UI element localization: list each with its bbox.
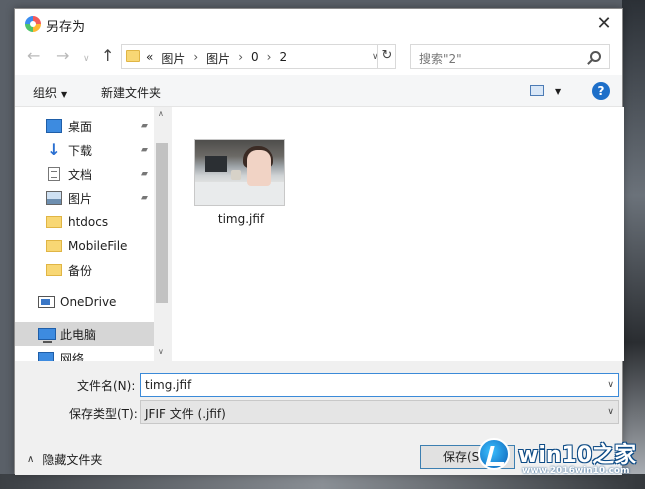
search-placeholder: 搜索"2" [419,52,462,66]
pin-icon[interactable]: ▰ [141,145,148,155]
navigation-pane: 桌面 ▰ ↓ 下载 ▰ 文档 ▰ 图片 ▰ htdocs MobileFile [15,107,170,361]
watermark-logo-icon [478,438,510,470]
scroll-up-icon[interactable]: ∧ [158,109,164,118]
file-name: timg.jfif [217,212,265,226]
sidebar-item-htdocs[interactable]: htdocs [15,210,154,234]
save-as-dialog: 另存为 ✕ ← → ∨ ↑ « 图片 › 图片 › 0 › 2 ∨ ↻ 搜索"2… [14,8,624,475]
search-input[interactable]: 搜索"2" [410,44,610,69]
computer-icon [38,328,56,343]
document-icon [48,167,60,181]
chevron-down-icon[interactable]: ∨ [607,407,614,417]
sidebar-item-label: 文档 [68,167,93,182]
network-icon [38,352,54,361]
folder-icon [46,240,62,252]
filetype-select[interactable]: JFIF 文件 (.jfif) ∨ [140,400,619,424]
image-thumbnail [194,139,285,206]
breadcrumb-item[interactable]: 图片 [206,50,230,67]
app-logo-icon [25,16,41,32]
help-icon[interactable]: ? [592,82,610,100]
onedrive-icon [38,296,55,308]
view-dropdown-button[interactable]: ▼ [555,87,561,96]
breadcrumb-item[interactable]: 0 [251,50,259,67]
pin-icon[interactable]: ▰ [141,121,148,131]
breadcrumb-separator[interactable]: › [238,50,243,67]
file-list: timg.jfif [172,107,624,361]
background-photo-right [622,0,645,489]
sidebar-item-label: 备份 [68,263,93,278]
pictures-icon [46,191,62,205]
sidebar-scrollbar[interactable]: ∧ ∨ [154,107,170,361]
recent-locations-button[interactable]: ∨ [83,50,90,68]
sidebar-item-label: 此电脑 [60,327,97,342]
folder-icon [46,264,62,276]
organize-label: 组织 [33,86,58,100]
thumbnail-monitor [205,156,227,172]
back-button[interactable]: ← [27,47,40,65]
sidebar-item-onedrive[interactable]: OneDrive [15,290,154,314]
sidebar-item-this-pc[interactable]: 此电脑 [15,322,154,346]
thumbnail-cup [231,170,241,180]
organize-button[interactable]: 组织 ▼ [33,84,67,101]
scrollbar-thumb[interactable] [156,143,168,303]
filetype-label: 保存类型(T): [69,407,138,421]
sidebar-item-mobilefile[interactable]: MobileFile [15,234,154,258]
sidebar-item-documents[interactable]: 文档 ▰ [15,162,154,186]
download-icon: ↓ [47,140,61,159]
breadcrumb-item[interactable]: 2 [279,50,287,67]
scroll-down-icon[interactable]: ∨ [158,347,164,356]
breadcrumb-separator[interactable]: › [267,50,272,67]
watermark-url: www.2016win10.com [522,466,630,476]
chevron-down-icon[interactable]: ∨ [607,380,614,390]
hide-folders-label: 隐藏文件夹 [42,453,103,467]
breadcrumb-separator[interactable]: › [193,50,198,67]
folder-icon [126,50,140,62]
view-options-icon[interactable] [530,85,544,96]
refresh-button[interactable]: ↻ [377,44,396,69]
sidebar-item-label: 下载 [68,143,93,158]
caret-down-icon: ▼ [61,90,68,99]
sidebar-item-backup[interactable]: 备份 [15,258,154,282]
watermark-brand: win10之家 [518,443,637,468]
sidebar-item-network[interactable]: 网络 [15,350,154,361]
pin-icon[interactable]: ▰ [141,193,148,203]
sidebar-item-label: OneDrive [60,295,117,309]
title-bar: 另存为 ✕ [15,9,622,39]
sidebar-item-label: MobileFile [68,239,128,253]
filetype-value: JFIF 文件 (.jfif) [145,407,226,421]
breadcrumb-item[interactable]: 图片 [161,50,185,67]
sidebar-item-label: 图片 [68,191,93,206]
address-row: ← → ∨ ↑ « 图片 › 图片 › 0 › 2 ∨ ↻ 搜索"2" [15,39,622,75]
new-folder-button[interactable]: 新建文件夹 [101,84,161,101]
close-button[interactable]: ✕ [592,13,616,35]
breadcrumb: « 图片 › 图片 › 0 › 2 [146,50,287,67]
sidebar-item-label: 网络 [60,352,85,361]
thumbnail-desk [195,182,284,205]
folder-icon [46,216,62,228]
up-button[interactable]: ↑ [101,47,114,65]
forward-button[interactable]: → [56,47,69,65]
sidebar-item-desktop[interactable]: 桌面 ▰ [15,114,154,138]
sidebar-item-pictures[interactable]: 图片 ▰ [15,186,154,210]
sidebar-item-downloads[interactable]: ↓ 下载 ▰ [15,138,154,162]
search-icon[interactable] [590,51,601,62]
filename-field[interactable]: timg.jfif ∨ [140,373,619,397]
thumbnail-person [247,150,271,186]
command-bar: 组织 ▼ 新建文件夹 ▼ ? [15,75,622,107]
filename-label: 文件名(N): [77,379,136,393]
hide-folders-button[interactable]: ∧ 隐藏文件夹 [27,451,102,468]
sidebar-item-label: 桌面 [68,119,93,134]
background-photo-bottom [0,474,645,489]
dialog-title: 另存为 [46,20,86,35]
file-item[interactable]: timg.jfif [194,139,288,226]
sidebar-item-label: htdocs [68,215,109,229]
address-bar[interactable]: « 图片 › 图片 › 0 › 2 ∨ [121,44,396,69]
filename-value: timg.jfif [145,378,192,392]
desktop-icon [46,119,62,133]
breadcrumb-overflow[interactable]: « [146,50,153,67]
chevron-up-icon: ∧ [27,454,35,465]
pin-icon[interactable]: ▰ [141,169,148,179]
